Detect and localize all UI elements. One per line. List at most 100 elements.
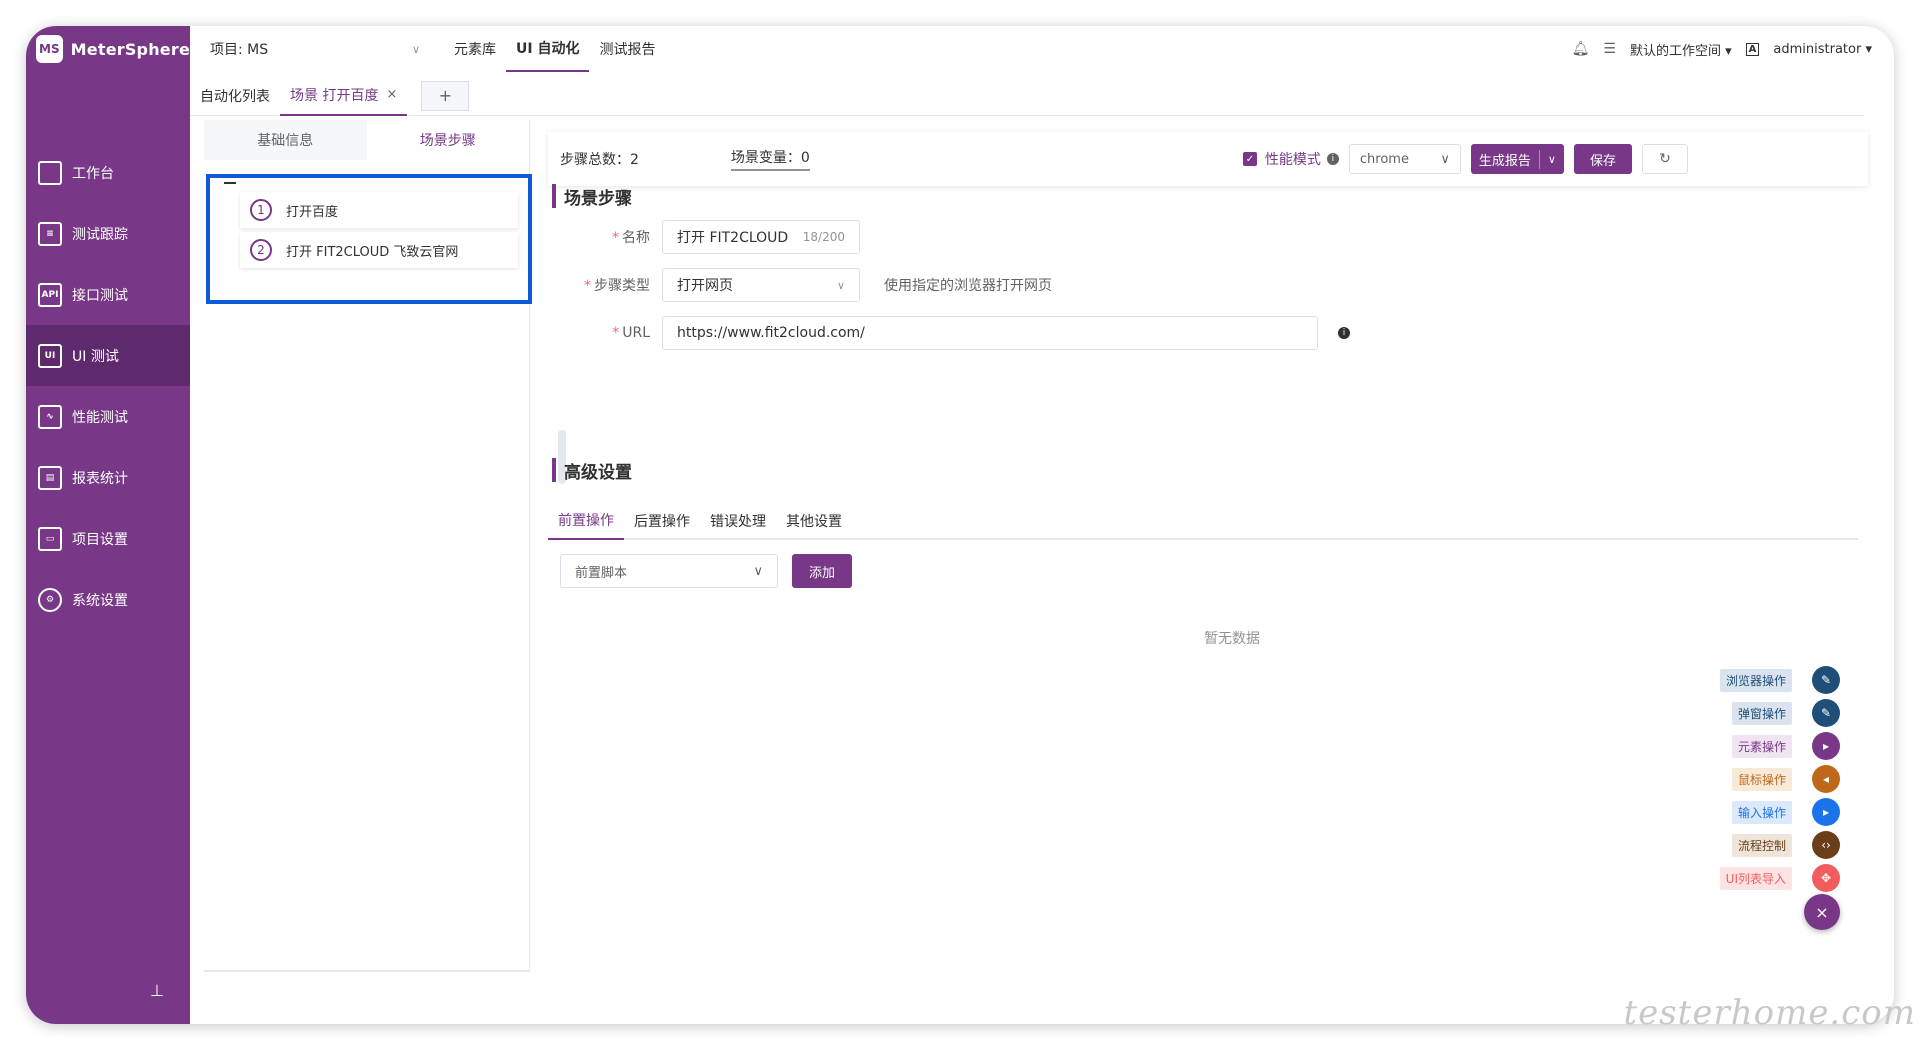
- name-label-text: 名称: [622, 230, 650, 246]
- url-input[interactable]: https://www.fit2cloud.com/: [662, 316, 1318, 350]
- sidebar-item-ui-test[interactable]: UI UI 测试: [26, 325, 190, 386]
- project-select[interactable]: 项目: MS ∨: [210, 39, 420, 59]
- user-menu[interactable]: administrator ▾: [1773, 42, 1872, 57]
- fab-label: 流程控制: [1731, 833, 1792, 857]
- sidebar-item-reports[interactable]: ▤ 报表统计: [26, 447, 190, 508]
- empty-state-text: 暂无数据: [1204, 631, 1260, 647]
- sidebar-item-performance[interactable]: ∿ 性能测试: [26, 386, 190, 447]
- move-icon[interactable]: ✥: [1812, 864, 1840, 892]
- close-icon[interactable]: ×: [386, 87, 397, 102]
- sidebar-item-system-settings[interactable]: ⚙ 系统设置: [26, 569, 190, 630]
- tab-pre-operation[interactable]: 前置操作: [548, 502, 624, 540]
- workspace-icon: ☰: [1603, 41, 1616, 57]
- step-type-value: 打开网页: [677, 278, 733, 294]
- tab-post-operation[interactable]: 后置操作: [624, 502, 700, 540]
- gear-icon: ⚙: [38, 587, 62, 612]
- fab-label: 弹窗操作: [1731, 701, 1792, 725]
- fab-item-input[interactable]: 输入操作 ▸: [1731, 798, 1840, 826]
- monitor-icon: [38, 160, 62, 185]
- workspace-label: 默认的工作空间: [1629, 43, 1721, 59]
- tab-other-settings[interactable]: 其他设置: [776, 502, 852, 540]
- generate-report-button[interactable]: 生成报告 ∨: [1470, 144, 1564, 174]
- save-button[interactable]: 保存: [1573, 144, 1632, 174]
- logo[interactable]: MS MeterSphere: [26, 26, 190, 72]
- fab-item-element[interactable]: 元素操作 ▸: [1731, 732, 1840, 760]
- header-right: 🔔︎ ☰ 默认的工作空间 ▾ A administrator ▾: [1558, 26, 1872, 72]
- fab-item-popup[interactable]: 弹窗操作 ✎: [1731, 699, 1840, 727]
- add-tab-button[interactable]: +: [421, 80, 470, 111]
- logo-icon: MS: [36, 35, 63, 63]
- step-label: 打开百度: [286, 204, 339, 220]
- tab-basic-info[interactable]: 基础信息: [204, 120, 367, 160]
- brand-name: MeterSphere: [70, 39, 190, 59]
- pin-icon[interactable]: ⊥: [150, 981, 164, 1000]
- sidebar-item-test-track[interactable]: ≡ 测试跟踪: [26, 203, 190, 264]
- browser-value: chrome: [1359, 151, 1409, 167]
- nav-element-library[interactable]: 元素库: [444, 26, 506, 72]
- sidebar-item-label: 项目设置: [72, 531, 128, 548]
- close-icon[interactable]: ×: [1804, 894, 1840, 930]
- tab-scene-label: 场景 打开百度: [290, 87, 379, 104]
- bell-icon[interactable]: 🔔︎: [1572, 41, 1590, 57]
- chevron-down-icon: ∨: [411, 42, 420, 56]
- top-nav: 元素库 UI 自动化 测试报告: [444, 26, 665, 72]
- fab-item-browser[interactable]: 浏览器操作 ✎: [1719, 666, 1840, 694]
- info-icon[interactable]: i: [1326, 153, 1339, 165]
- sidebar-item-workbench[interactable]: 工作台: [26, 142, 190, 203]
- info-icon[interactable]: i: [1338, 327, 1350, 339]
- fab-item-ui-import[interactable]: UI列表导入 ✥: [1719, 864, 1840, 892]
- form-row-name: * 名称 打开 FIT2CLOUD 18/200: [548, 220, 860, 254]
- name-label: * 名称: [612, 230, 650, 246]
- sidebar-item-label: 测试跟踪: [72, 226, 128, 243]
- scene-editor: 步骤总数：2 场景变量：0 ✓ 性能模式 i chrome ∨ 生成报告 ∨ 保…: [548, 132, 1868, 647]
- fab-label: 鼠标操作: [1731, 767, 1792, 791]
- workspace-select[interactable]: 默认的工作空间 ▾: [1630, 40, 1732, 59]
- url-value: https://www.fit2cloud.com/: [677, 325, 865, 341]
- url-label: * URL: [612, 325, 650, 341]
- step-type-hint: 使用指定的浏览器打开网页: [884, 278, 1052, 294]
- project-label: 项目: MS: [210, 42, 269, 58]
- fab-item-flow[interactable]: 流程控制 ‹›: [1731, 831, 1840, 859]
- add-button[interactable]: 添加: [792, 554, 852, 588]
- scene-left-panel: 基础信息 场景步骤 1 打开百度 2 打开 FIT2CLOUD 飞致云官网: [204, 120, 532, 972]
- edit-icon[interactable]: ✎: [1812, 699, 1840, 727]
- clipboard-icon: ≡: [38, 221, 62, 246]
- skip-back-icon[interactable]: ◂: [1812, 765, 1840, 793]
- fab-item-mouse[interactable]: 鼠标操作 ◂: [1731, 765, 1840, 793]
- chart-icon: ∿: [38, 404, 62, 429]
- language-icon[interactable]: A: [1745, 42, 1760, 56]
- sidebar-item-api-test[interactable]: API 接口测试: [26, 264, 190, 325]
- chevron-down-icon: ∨: [1440, 151, 1450, 167]
- refresh-icon[interactable]: ↻: [1642, 144, 1688, 174]
- play-icon[interactable]: ▸: [1812, 732, 1840, 760]
- step-label: 打开 FIT2CLOUD 飞致云官网: [286, 244, 459, 260]
- caret-down-icon: ▾: [1865, 41, 1872, 57]
- play-icon[interactable]: ▸: [1812, 798, 1840, 826]
- collapse-icon[interactable]: [224, 182, 236, 184]
- performance-mode-checkbox[interactable]: ✓: [1242, 152, 1257, 166]
- pre-script-select[interactable]: 前置脚本 ∨: [560, 554, 778, 588]
- name-value: 打开 FIT2CLOUD: [677, 230, 789, 246]
- nav-ui-automation[interactable]: UI 自动化: [506, 26, 590, 72]
- name-input[interactable]: 打开 FIT2CLOUD 18/200: [662, 220, 860, 254]
- scene-variables-link[interactable]: 场景变量：0: [730, 147, 810, 171]
- step-number-badge: 1: [250, 199, 272, 221]
- generate-report-label: 生成报告: [1471, 149, 1540, 169]
- tab-error-handling[interactable]: 错误处理: [700, 502, 776, 540]
- step-item[interactable]: 2 打开 FIT2CLOUD 飞致云官网: [240, 232, 518, 268]
- tab-scene-steps[interactable]: 场景步骤: [366, 120, 529, 160]
- fab-label: 浏览器操作: [1719, 668, 1792, 692]
- performance-mode-label: 性能模式: [1264, 152, 1321, 168]
- chevron-down-icon[interactable]: ∨: [1540, 153, 1564, 166]
- form-row-step-type: * 步骤类型 打开网页 ∨ 使用指定的浏览器打开网页: [548, 268, 1052, 302]
- nav-test-report[interactable]: 测试报告: [589, 26, 665, 72]
- sidebar-item-project-settings[interactable]: ▭ 项目设置: [26, 508, 190, 569]
- edit-icon[interactable]: ✎: [1812, 666, 1840, 694]
- browser-select[interactable]: chrome ∨: [1348, 144, 1461, 174]
- step-type-select[interactable]: 打开网页 ∨: [662, 268, 860, 302]
- api-icon: API: [38, 282, 62, 307]
- tab-scene[interactable]: 场景 打开百度 ×: [280, 76, 408, 116]
- step-item[interactable]: 1 打开百度: [240, 192, 518, 228]
- tab-automation-list[interactable]: 自动化列表: [190, 76, 280, 116]
- code-icon[interactable]: ‹›: [1812, 831, 1840, 859]
